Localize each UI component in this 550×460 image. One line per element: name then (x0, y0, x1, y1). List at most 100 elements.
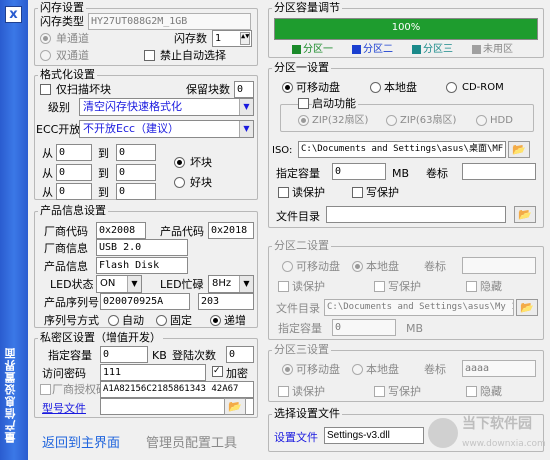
dual-channel-label: 双通道 (56, 49, 89, 62)
range-to-field[interactable]: 0 (116, 183, 156, 200)
legend-unused: 未用区 (483, 44, 513, 55)
vendor-code-field[interactable]: 0x2008 (96, 222, 146, 239)
back-to-main-link[interactable]: 返回到主界面 (42, 432, 120, 451)
folder-icon[interactable]: 📂 (514, 206, 536, 223)
auth-checkbox[interactable] (40, 384, 51, 395)
p3-removable-radio[interactable] (282, 364, 293, 375)
close-icon[interactable]: x (5, 6, 22, 23)
zip32-label: ZIP(32扇区) (312, 115, 369, 126)
p3-hidden-label: 隐藏 (480, 385, 502, 398)
p1-vol-field[interactable] (462, 163, 536, 180)
p1-auto-checkbox[interactable] (298, 98, 309, 109)
range-to-field[interactable]: 0 (116, 144, 156, 161)
ecc-select[interactable]: 不开放Ecc（建议） ▼ (79, 120, 254, 138)
range-to-field[interactable]: 0 (116, 164, 156, 181)
reserve-field[interactable]: 0 (234, 81, 254, 98)
auth-code-field[interactable]: A1A82156C2185861343 42A67 (100, 381, 254, 398)
bad-block-label: 坏块 (190, 156, 212, 169)
from-label: 从 (42, 147, 53, 160)
folder-icon[interactable]: 📂 (516, 299, 538, 316)
side-bar: x 量产信息设置界面 (0, 0, 28, 460)
p1-cdrom-label: CD-ROM (462, 82, 504, 93)
single-channel-radio[interactable] (40, 33, 51, 44)
p1-local-radio[interactable] (370, 82, 381, 93)
p2-vol-field[interactable] (462, 257, 536, 274)
serial-increment-radio[interactable] (210, 315, 221, 326)
range-from-field[interactable]: 0 (56, 144, 92, 161)
password-field[interactable]: 111 (100, 364, 206, 381)
p1-cdrom-radio[interactable] (446, 82, 457, 93)
p2-read-protect-checkbox[interactable] (278, 281, 289, 292)
bad-block-radio[interactable] (174, 157, 185, 168)
product-info-field[interactable]: Flash Disk (96, 257, 188, 274)
secure-capacity-field[interactable]: 0 (100, 346, 148, 363)
p3-title: 分区三设置 (272, 343, 331, 356)
login-count-field[interactable]: 0 (226, 346, 254, 363)
capacity-title: 分区容量调节 (272, 1, 342, 14)
chevron-down-icon[interactable]: ▼ (239, 121, 253, 137)
memory-title: 闪存设置 (38, 1, 86, 14)
p2-local-radio[interactable] (352, 261, 363, 272)
p1-removable-radio[interactable] (282, 82, 293, 93)
iso-path-field[interactable]: C:\Documents and Settings\asus\桌面\MF (298, 141, 506, 158)
serial-auto-radio[interactable] (108, 315, 119, 326)
p1-cap-field[interactable]: 0 (332, 163, 386, 180)
serial-fixed-radio[interactable] (156, 315, 167, 326)
p3-vol-field[interactable]: aaaa (462, 360, 536, 377)
good-block-radio[interactable] (174, 177, 185, 188)
capacity-bar[interactable]: 100% (274, 18, 538, 40)
good-block-label: 好块 (190, 176, 212, 189)
p3-local-radio[interactable] (352, 364, 363, 375)
zip32-radio[interactable] (298, 115, 309, 126)
p1-cap-label: 指定容量 (276, 167, 320, 180)
range-from-field[interactable]: 0 (56, 164, 92, 181)
p1-read-protect-checkbox[interactable] (278, 187, 289, 198)
range-from-field[interactable]: 0 (56, 183, 92, 200)
auth-label: 厂商授权码 (52, 383, 107, 396)
cfg-file-field[interactable]: Settings-v3.dll (324, 427, 424, 444)
memory-type-field[interactable]: HY27UT088G2M_1GB (88, 13, 251, 30)
to-label: 到 (98, 186, 109, 199)
serial-length-field[interactable]: 203 (198, 293, 254, 310)
p1-write-protect-checkbox[interactable] (352, 187, 363, 198)
p2-dir-field[interactable]: C:\Documents and Settings\asus\My 1 (324, 299, 514, 316)
chevron-down-icon[interactable]: ▼ (127, 276, 141, 292)
disable-auto-checkbox[interactable] (144, 50, 155, 61)
p2-removable-radio[interactable] (282, 261, 293, 272)
cfg-label: 设置文件 (274, 431, 318, 444)
p1-dir-field[interactable] (326, 206, 506, 223)
zip63-radio[interactable] (386, 115, 397, 126)
serial-increment-label: 递增 (224, 314, 246, 327)
p3-write-protect-label: 写保护 (388, 385, 421, 398)
p2-mb-label: MB (406, 322, 424, 335)
product-code-field[interactable]: 0x2018 (208, 222, 254, 239)
p2-cap-field[interactable]: 0 (332, 319, 396, 336)
encrypt-checkbox[interactable] (212, 366, 223, 377)
chevron-down-icon[interactable]: ▼ (239, 276, 253, 292)
level-select[interactable]: 清空闪存快速格式化 ▼ (79, 98, 254, 116)
folder-icon[interactable]: 📂 (508, 141, 530, 158)
led-state-select[interactable]: ON ▼ (96, 275, 142, 293)
single-channel-label: 单通道 (56, 32, 89, 45)
p2-read-protect-label: 读保护 (292, 280, 325, 293)
folder-icon[interactable]: 📂 (224, 398, 246, 415)
serial-field[interactable]: 020070925A (100, 293, 190, 310)
p2-write-protect-checkbox[interactable] (374, 281, 385, 292)
p2-dir-label: 文件目录 (276, 302, 320, 315)
p2-write-protect-label: 写保护 (388, 280, 421, 293)
hdd-radio[interactable] (476, 115, 487, 126)
memory-count-field[interactable]: 1 ▲▼ (212, 30, 252, 47)
scan-bad-checkbox[interactable] (40, 84, 51, 95)
p3-write-protect-checkbox[interactable] (374, 386, 385, 397)
led-busy-select[interactable]: 8Hz ▼ (208, 275, 254, 293)
dual-channel-radio[interactable] (40, 50, 51, 61)
chevron-down-icon[interactable]: ▼ (239, 99, 253, 115)
p3-read-protect-checkbox[interactable] (278, 386, 289, 397)
spinner-icon[interactable]: ▲▼ (240, 32, 250, 45)
product-code-label: 产品代码 (160, 225, 204, 238)
p3-hidden-checkbox[interactable] (466, 386, 477, 397)
p2-hidden-checkbox[interactable] (466, 281, 477, 292)
p1-vol-label: 卷标 (426, 167, 448, 180)
vendor-info-field[interactable]: USB 2.0 (96, 239, 188, 256)
admin-tool-link[interactable]: 管理员配置工具 (146, 432, 237, 451)
